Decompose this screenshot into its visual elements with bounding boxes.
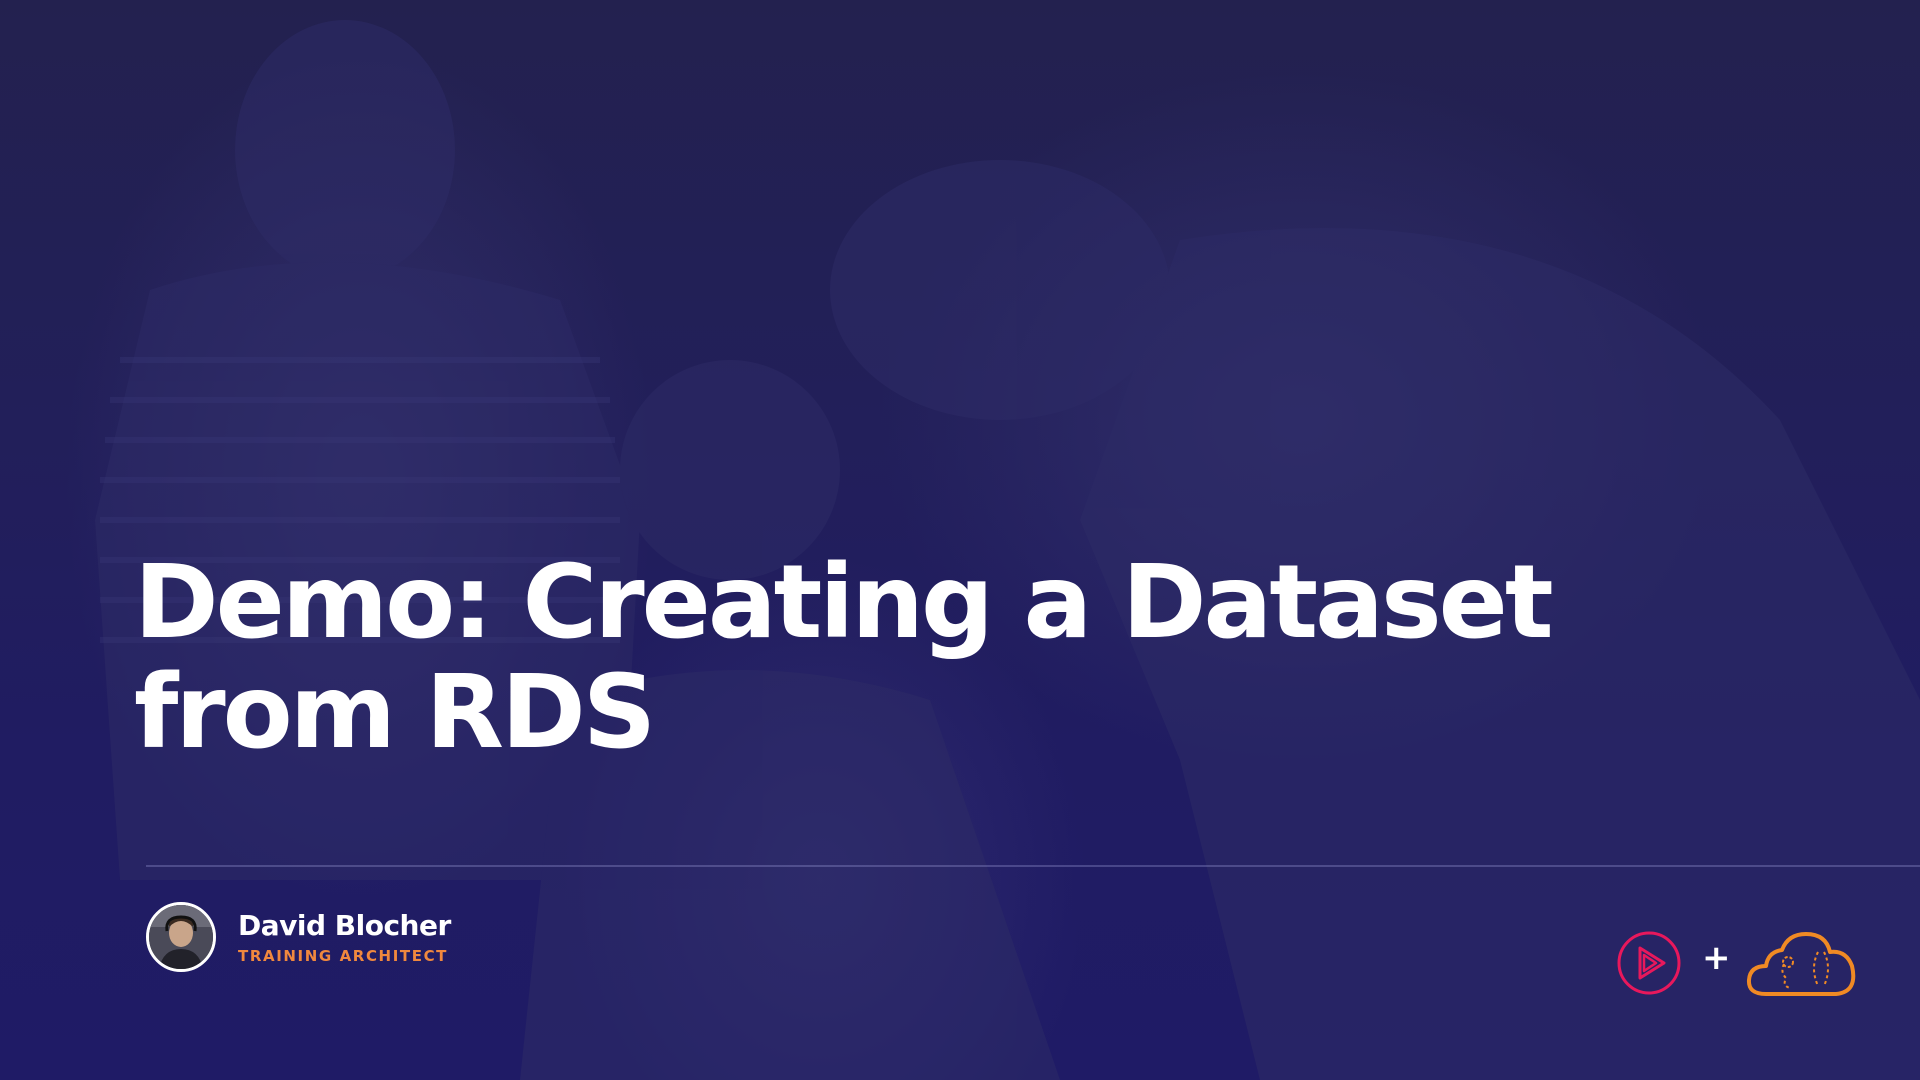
- pluralsight-play-icon: [1617, 931, 1681, 995]
- presenter-block: David Blocher TRAINING ARCHITECT: [146, 902, 451, 972]
- brand-logos: +: [1616, 928, 1856, 998]
- divider-line: [146, 865, 1920, 867]
- presenter-role: TRAINING ARCHITECT: [238, 947, 449, 965]
- slide-title-line-2: from RDS: [134, 653, 656, 772]
- avatar: [146, 902, 216, 972]
- presenter-name: David Blocher: [238, 909, 451, 942]
- plus-icon: +: [1702, 938, 1731, 978]
- title-slide: Demo: Creating a Dataset from RDS David …: [0, 0, 1920, 1080]
- slide-title: Demo: Creating a Dataset from RDS: [134, 548, 1634, 768]
- slide-title-line-1: Demo: Creating a Dataset: [134, 543, 1554, 662]
- presenter-photo: [149, 905, 213, 969]
- acloudguru-cloud-icon: [1746, 932, 1856, 996]
